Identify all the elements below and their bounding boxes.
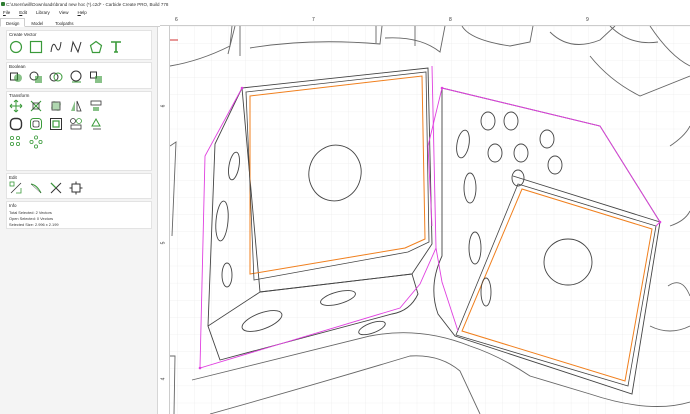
scale-icon: [30, 100, 42, 112]
circular-array-button[interactable]: [29, 135, 43, 149]
boolean-section: Boolean: [6, 62, 152, 89]
align-icon: [90, 100, 102, 111]
array-button[interactable]: [69, 117, 83, 131]
section-title-boolean: Boolean: [9, 64, 26, 69]
polyline-tool-button[interactable]: [69, 40, 83, 54]
subtract-icon: [29, 71, 42, 83]
polyline-icon: [70, 40, 82, 54]
rotate-button[interactable]: [49, 99, 63, 113]
menu-library[interactable]: Library: [36, 10, 50, 15]
text-tool-button[interactable]: [109, 40, 123, 54]
menu-file[interactable]: File: [3, 10, 10, 15]
polygon-icon: [89, 40, 103, 54]
offset-inside-icon: [50, 118, 62, 130]
union-icon: [10, 72, 22, 82]
trim-icon: [50, 182, 62, 194]
offset-outside-button[interactable]: [29, 117, 43, 131]
info-selected-size: Selected Size: 2.996 x 2.199: [9, 221, 59, 227]
linear-array-button[interactable]: [9, 135, 23, 149]
design-drawing[interactable]: [170, 26, 690, 414]
nest-icon: [91, 117, 101, 130]
rotate-icon: [50, 100, 62, 112]
offset-button[interactable]: [9, 117, 23, 131]
ruler-top-label: 8: [449, 17, 452, 23]
union-button[interactable]: [9, 70, 23, 84]
move-button[interactable]: [9, 99, 23, 113]
join-button[interactable]: [69, 70, 83, 84]
polygon-tool-button[interactable]: [89, 40, 103, 54]
mirror-icon: [71, 100, 82, 112]
vertical-ruler: 6 5 4: [160, 26, 170, 414]
circle-icon: [9, 40, 23, 54]
trim-button[interactable]: [49, 181, 63, 195]
design-canvas-area[interactable]: 6 7 8 9 6 5 4: [160, 16, 690, 414]
circle-tool-button[interactable]: [9, 40, 23, 54]
rectangle-tool-button[interactable]: [29, 40, 43, 54]
array-icon: [70, 118, 82, 130]
circular-array-icon: [29, 135, 43, 149]
linear-array-icon: [9, 135, 21, 147]
section-title-transform: Transform: [9, 93, 30, 98]
smooth-button[interactable]: [29, 181, 43, 195]
section-title-create-vector: Create Vector: [9, 32, 37, 37]
curve-tool-button[interactable]: [49, 40, 63, 54]
move-icon: [9, 99, 23, 113]
tab-design[interactable]: Design: [0, 18, 26, 27]
window-title: C:\Users\will\Downloads\brand new hoc (*…: [6, 1, 169, 7]
node-edit-icon: [9, 181, 22, 194]
node-edit-button[interactable]: [9, 181, 23, 195]
create-vector-section: Create Vector: [6, 30, 152, 60]
align-button[interactable]: [89, 99, 103, 113]
rectangle-icon: [29, 40, 43, 54]
tab-toolpaths[interactable]: Toolpaths: [49, 18, 79, 27]
title-bar: C:\Users\will\Downloads\brand new hoc (*…: [0, 0, 690, 8]
edit-section: Edit: [6, 173, 152, 199]
weld-button[interactable]: [89, 70, 103, 84]
join-icon: [70, 70, 82, 83]
section-title-info: Info: [9, 203, 17, 208]
fillet-icon: [69, 181, 83, 195]
mode-tabs: Design Model Toolpaths: [0, 18, 160, 27]
smooth-icon: [30, 183, 42, 194]
horizontal-ruler: 6 7 8 9: [160, 16, 690, 26]
offset-inside-button[interactable]: [49, 117, 63, 131]
ruler-left-label: 4: [160, 377, 167, 381]
nest-button[interactable]: [89, 117, 103, 131]
section-title-edit: Edit: [9, 175, 17, 180]
mirror-button[interactable]: [69, 99, 83, 113]
curve-icon: [50, 41, 62, 53]
menu-help[interactable]: Help: [78, 10, 87, 15]
menu-bar: File Edit Library View Help: [0, 8, 690, 16]
weld-icon: [90, 71, 102, 83]
menu-view[interactable]: View: [59, 10, 69, 15]
tab-model[interactable]: Model: [25, 18, 49, 27]
intersect-button[interactable]: [49, 70, 63, 84]
ruler-top-label: 6: [175, 17, 178, 23]
menu-edit[interactable]: Edit: [19, 10, 27, 15]
intersect-icon: [49, 72, 63, 82]
info-section: Info Total Selected: 2 Vectors Open Sele…: [6, 201, 152, 229]
app-icon: [1, 1, 5, 6]
grid-background: [170, 26, 690, 414]
offset-outside-icon: [30, 118, 42, 130]
ruler-left-label: 5: [160, 241, 167, 245]
offset-icon: [9, 117, 23, 131]
ruler-left-label: 6: [160, 104, 167, 108]
design-sidebar: Create Vector Boolean Transform Edit Inf…: [0, 27, 158, 414]
ruler-top-label: 9: [586, 17, 589, 23]
text-icon: [111, 41, 121, 53]
scale-button[interactable]: [29, 99, 43, 113]
ruler-top-label: 7: [312, 17, 315, 23]
fillet-button[interactable]: [69, 181, 83, 195]
subtract-button[interactable]: [29, 70, 43, 84]
transform-section: Transform: [6, 91, 152, 171]
